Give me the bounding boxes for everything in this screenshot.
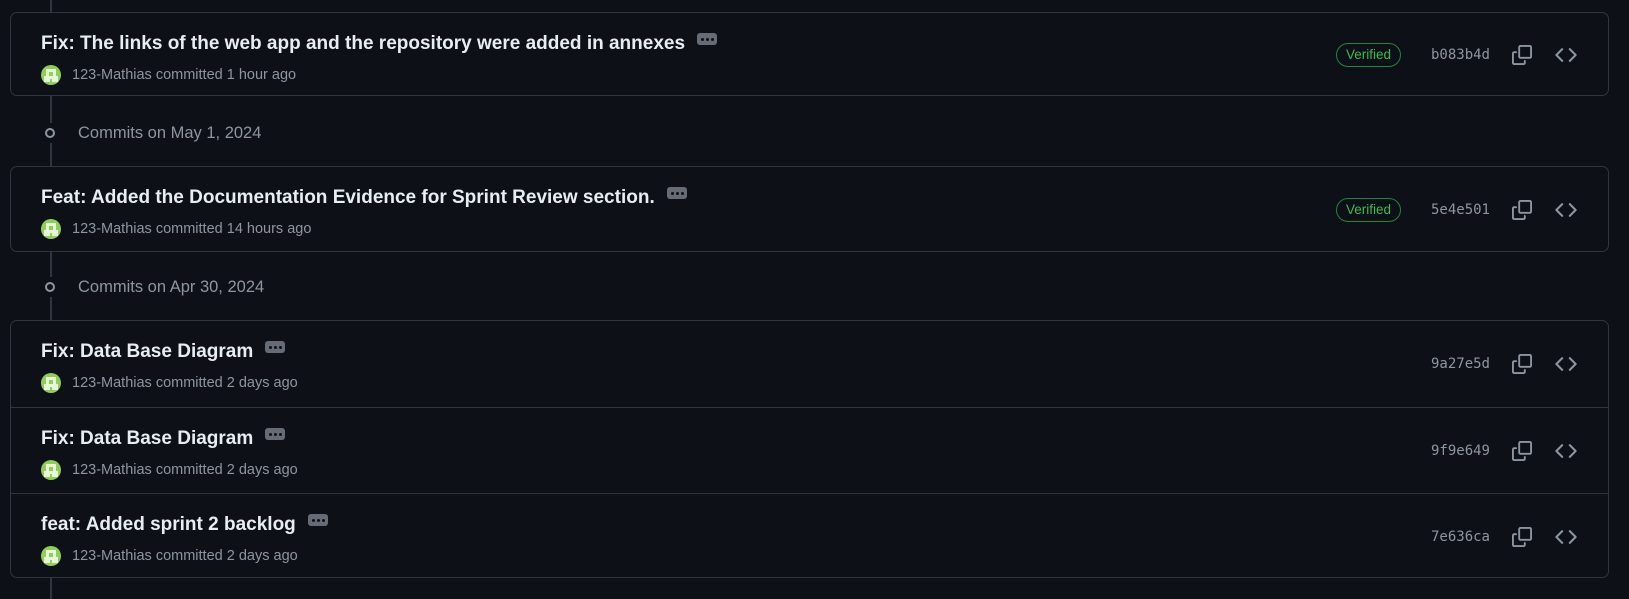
commit-history: Fix: The links of the web app and the re… <box>0 0 1629 599</box>
commit-sha-link[interactable]: 5e4e501 <box>1428 202 1490 218</box>
commit-title-text[interactable]: Fix: Data Base Diagram <box>41 428 253 450</box>
copy-sha-button[interactable] <box>1506 195 1538 225</box>
code-icon <box>1555 48 1577 62</box>
commit-actions: 9a27e5d <box>1428 349 1608 379</box>
commit-title-text[interactable]: Fix: The links of the web app and the re… <box>41 33 685 55</box>
commit-author[interactable]: 123-Mathias <box>72 67 152 83</box>
copy-sha-button[interactable] <box>1506 349 1538 379</box>
commit-action: committed <box>155 375 223 391</box>
code-icon <box>1555 203 1577 217</box>
commit-title[interactable]: Fix: The links of the web app and the re… <box>41 33 718 55</box>
commit-group: Fix: Data Base Diagram 123-Mathias commi… <box>10 320 1609 578</box>
commit-meta: 123-Mathias committed 2 days ago <box>41 460 298 480</box>
commit-row: Feat: Added the Documentation Evidence f… <box>11 167 1608 251</box>
commit-actions: Verified b083b4d <box>1335 40 1608 70</box>
browse-repo-button[interactable] <box>1550 195 1582 225</box>
commit-action: committed <box>155 548 223 564</box>
copy-sha-button[interactable] <box>1506 40 1538 70</box>
commit-title[interactable]: Fix: Data Base Diagram <box>41 428 286 450</box>
commit-time: 2 days ago <box>226 462 298 478</box>
commit-time: 14 hours ago <box>226 221 312 237</box>
browse-repo-button[interactable] <box>1550 522 1582 552</box>
commit-meta: 123-Mathias committed 1 hour ago <box>41 65 296 85</box>
commit-title-text[interactable]: feat: Added sprint 2 backlog <box>41 514 296 536</box>
date-heading: Commits on Apr 30, 2024 <box>40 277 264 297</box>
avatar[interactable] <box>41 546 61 566</box>
commit-author[interactable]: 123-Mathias <box>72 221 152 237</box>
commit-sha-link[interactable]: 7e636ca <box>1428 529 1490 545</box>
commit-meta: 123-Mathias committed 14 hours ago <box>41 219 311 239</box>
verified-badge[interactable]: Verified <box>1335 198 1401 222</box>
commit-title[interactable]: Feat: Added the Documentation Evidence f… <box>41 187 687 209</box>
copy-icon <box>1512 441 1532 461</box>
commit-author[interactable]: 123-Mathias <box>72 462 152 478</box>
commit-action: committed <box>155 462 223 478</box>
commit-group: Fix: The links of the web app and the re… <box>10 12 1609 96</box>
commit-row: Fix: Data Base Diagram 123-Mathias commi… <box>11 407 1608 493</box>
commit-title-text[interactable]: Feat: Added the Documentation Evidence f… <box>41 187 655 209</box>
browse-repo-button[interactable] <box>1550 40 1582 70</box>
commit-title-text[interactable]: Fix: Data Base Diagram <box>41 341 253 363</box>
code-icon <box>1555 357 1577 371</box>
commit-action: committed <box>155 67 223 83</box>
git-commit-icon <box>40 123 60 143</box>
avatar[interactable] <box>41 373 61 393</box>
commit-group: Feat: Added the Documentation Evidence f… <box>10 166 1609 252</box>
date-heading-text: Commits on May 1, 2024 <box>78 123 262 142</box>
kebab-horizontal-icon[interactable] <box>697 33 718 45</box>
git-commit-icon <box>40 277 60 297</box>
copy-sha-button[interactable] <box>1506 436 1538 466</box>
kebab-horizontal-icon[interactable] <box>265 341 286 353</box>
commit-sha-link[interactable]: b083b4d <box>1428 47 1490 63</box>
commit-title[interactable]: feat: Added sprint 2 backlog <box>41 514 328 536</box>
verified-badge[interactable]: Verified <box>1335 43 1401 67</box>
avatar[interactable] <box>41 65 61 85</box>
commit-row: feat: Added sprint 2 backlog 123-Mathias… <box>11 493 1608 577</box>
kebab-horizontal-icon[interactable] <box>307 514 328 526</box>
copy-sha-button[interactable] <box>1506 522 1538 552</box>
avatar[interactable] <box>41 460 61 480</box>
browse-repo-button[interactable] <box>1550 436 1582 466</box>
commit-author[interactable]: 123-Mathias <box>72 375 152 391</box>
commit-row: Fix: Data Base Diagram 123-Mathias commi… <box>11 321 1608 407</box>
commit-sha-link[interactable]: 9a27e5d <box>1428 356 1490 372</box>
avatar[interactable] <box>41 219 61 239</box>
commit-meta: 123-Mathias committed 2 days ago <box>41 546 298 566</box>
commit-actions: 7e636ca <box>1428 522 1608 552</box>
copy-icon <box>1512 354 1532 374</box>
commit-author[interactable]: 123-Mathias <box>72 548 152 564</box>
date-heading-text: Commits on Apr 30, 2024 <box>78 277 265 296</box>
kebab-horizontal-icon[interactable] <box>265 428 286 440</box>
commit-meta: 123-Mathias committed 2 days ago <box>41 373 298 393</box>
commit-time: 2 days ago <box>226 548 298 564</box>
date-heading: Commits on May 1, 2024 <box>40 123 261 143</box>
commit-time: 1 hour ago <box>226 67 297 83</box>
commit-sha-link[interactable]: 9f9e649 <box>1428 443 1490 459</box>
code-icon <box>1555 444 1577 458</box>
commit-row: Fix: The links of the web app and the re… <box>11 13 1608 95</box>
commit-actions: Verified 5e4e501 <box>1335 195 1608 225</box>
copy-icon <box>1512 45 1532 65</box>
commit-time: 2 days ago <box>226 375 298 391</box>
commit-actions: 9f9e649 <box>1428 436 1608 466</box>
browse-repo-button[interactable] <box>1550 349 1582 379</box>
code-icon <box>1555 530 1577 544</box>
commit-action: committed <box>155 221 223 237</box>
copy-icon <box>1512 200 1532 220</box>
kebab-horizontal-icon[interactable] <box>666 187 687 199</box>
commit-title[interactable]: Fix: Data Base Diagram <box>41 341 286 363</box>
copy-icon <box>1512 527 1532 547</box>
